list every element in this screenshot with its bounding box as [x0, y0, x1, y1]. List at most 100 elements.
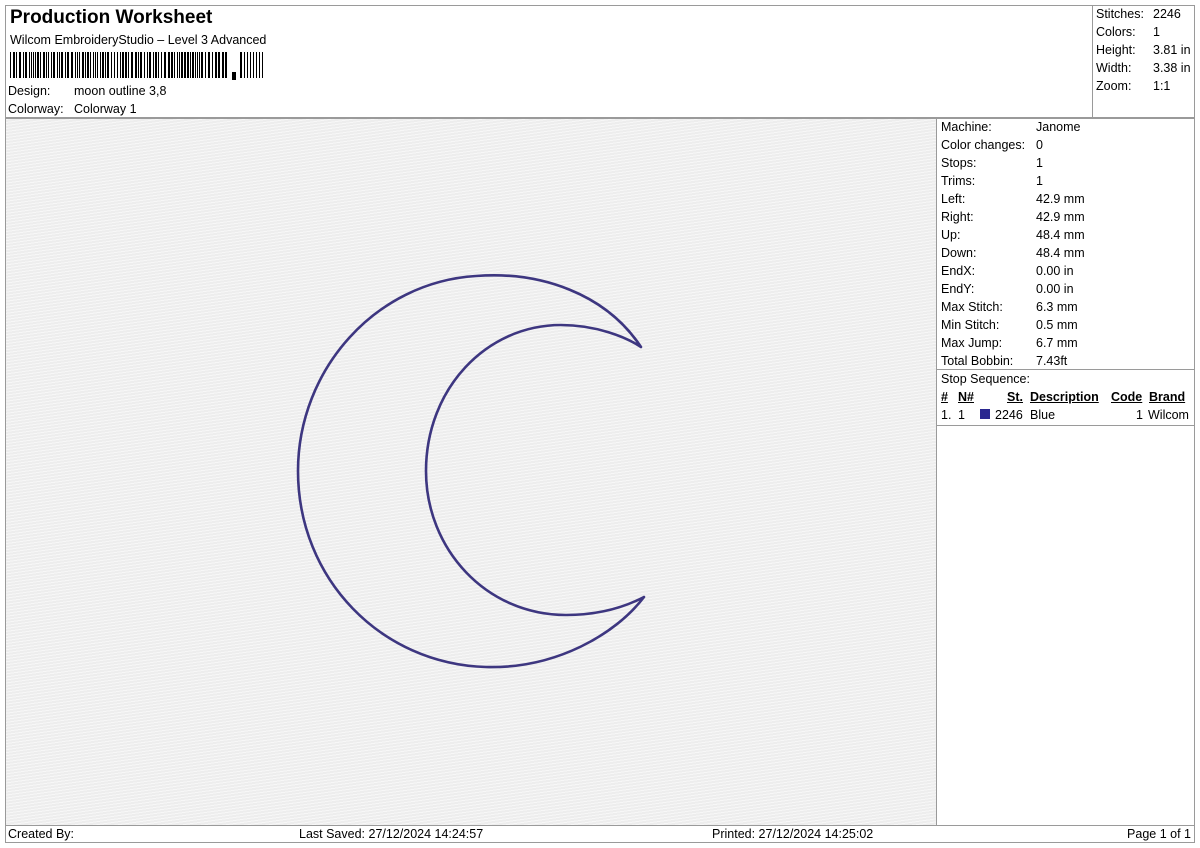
- property-row: Max Jump: 6.7 mm: [941, 336, 1078, 350]
- design-summary: Stitches: 2246 Colors: 1 Height: 3.81 in Wi…: [1092, 6, 1195, 117]
- property-value: 48.4 mm: [1036, 246, 1085, 260]
- barcode-bar: [168, 52, 170, 78]
- width-value: 3.38 in: [1153, 61, 1191, 75]
- property-label: Trims:: [941, 174, 976, 188]
- property-value: 1: [1036, 174, 1043, 188]
- design-value: moon outline 3,8: [74, 84, 167, 98]
- row-description: Blue: [1030, 408, 1056, 422]
- barcode-bar: [177, 52, 178, 78]
- property-label: Stops:: [941, 156, 977, 170]
- barcode-bar: [158, 52, 159, 78]
- barcode-bar: [187, 52, 189, 78]
- col-description-header: Description: [1030, 390, 1099, 404]
- barcode-bar: [247, 52, 248, 78]
- barcode-bar: [147, 52, 148, 78]
- zoom-value: 1:1: [1153, 79, 1171, 93]
- property-row: Stops: 1: [941, 156, 1043, 170]
- property-label: Min Stitch:: [941, 318, 1000, 332]
- barcode-bar: [102, 52, 104, 78]
- divider: [937, 425, 1194, 426]
- property-value: 42.9 mm: [1036, 192, 1085, 206]
- barcode-bar: [37, 52, 39, 78]
- barcode-bar: [90, 52, 91, 78]
- moon-outline: [296, 274, 646, 669]
- barcode-bar: [79, 52, 80, 78]
- barcode-bar: [149, 52, 151, 78]
- barcode-bar: [67, 52, 69, 78]
- barcode-bar: [43, 52, 45, 78]
- property-value: 0.00 in: [1036, 264, 1074, 278]
- barcode-bar: [71, 52, 73, 78]
- barcode-bar: [205, 52, 206, 78]
- row-code: 1: [1136, 408, 1143, 422]
- colorway-label: Colorway:: [8, 102, 64, 116]
- barcode-bar: [240, 52, 242, 78]
- property-value: 6.7 mm: [1036, 336, 1078, 350]
- width-label: Width:: [1096, 61, 1132, 75]
- stitches-label: Stitches:: [1096, 7, 1144, 21]
- barcode-bar: [97, 52, 98, 78]
- property-value: 0.5 mm: [1036, 318, 1078, 332]
- barcode-bar: [138, 52, 139, 78]
- barcode-bar: [174, 52, 175, 78]
- property-row: Color changes: 0: [941, 138, 1043, 152]
- height-value: 3.81 in: [1153, 43, 1191, 57]
- colors-value: 1: [1153, 25, 1160, 39]
- barcode-bar: [256, 52, 257, 78]
- property-label: Up:: [941, 228, 961, 242]
- barcode-bar: [144, 52, 145, 78]
- col-stitches-header: St.: [1007, 390, 1023, 404]
- page-title: Production Worksheet: [10, 7, 213, 28]
- barcode-bar: [100, 52, 101, 78]
- barcode-bar: [51, 52, 52, 78]
- property-row: Left: 42.9 mm: [941, 192, 1085, 206]
- barcode-bar: [107, 52, 109, 78]
- divider: [937, 369, 1194, 370]
- property-value: 0.00 in: [1036, 282, 1074, 296]
- design-label: Design:: [8, 84, 51, 98]
- property-row: EndY: 0.00 in: [941, 282, 1074, 296]
- width-row: Width: 3.38 in: [1096, 61, 1191, 75]
- barcode-bar: [111, 52, 112, 78]
- worksheet-header: Production Worksheet Wilcom EmbroiderySt…: [5, 5, 1195, 118]
- barcode-bar: [197, 52, 198, 78]
- barcode-bar: [31, 52, 32, 78]
- barcode-bar: [125, 52, 127, 78]
- property-row: Machine: Janome: [941, 120, 1080, 134]
- moon-outline-design: [296, 274, 646, 669]
- barcode-bar: [218, 52, 220, 78]
- barcode-bar: [120, 52, 121, 78]
- barcode-bar: [16, 52, 17, 78]
- property-value: 7.43ft: [1036, 354, 1068, 368]
- col-num-header: #: [941, 390, 948, 404]
- barcode-bar: [208, 52, 210, 78]
- barcode-bar: [61, 52, 63, 78]
- worksheet-footer: Created By: Last Saved: 27/12/2024 14:24…: [5, 825, 1195, 843]
- barcode-bar: [225, 52, 227, 78]
- row-num: 1.: [941, 408, 952, 422]
- barcode-bar: [85, 52, 86, 78]
- barcode-bar: [57, 52, 58, 78]
- barcode-bar: [212, 52, 213, 78]
- software-name: Wilcom EmbroideryStudio – Level 3 Advanc…: [10, 33, 267, 47]
- barcode-bar: [48, 52, 49, 78]
- colorway-value: Colorway 1: [74, 102, 137, 116]
- stop-sequence-title: Stop Sequence:: [941, 372, 1030, 386]
- property-label: EndX:: [941, 264, 976, 278]
- barcode-bar: [164, 52, 166, 78]
- row-stitches: 2246: [995, 408, 1023, 422]
- barcode-bar: [75, 52, 76, 78]
- barcode-bar: [10, 52, 11, 78]
- barcode-bar: [105, 52, 106, 78]
- barcode-bar: [215, 52, 217, 78]
- property-row: Up: 48.4 mm: [941, 228, 1085, 242]
- property-label: Left:: [941, 192, 966, 206]
- barcode-bar: [59, 52, 60, 78]
- barcode-bar: [40, 52, 41, 78]
- height-row: Height: 3.81 in: [1096, 43, 1191, 57]
- property-row: Max Stitch: 6.3 mm: [941, 300, 1078, 314]
- height-label: Height:: [1096, 43, 1136, 57]
- barcode-bar: [259, 52, 260, 78]
- property-label: Right:: [941, 210, 974, 224]
- barcode-bar: [179, 52, 180, 78]
